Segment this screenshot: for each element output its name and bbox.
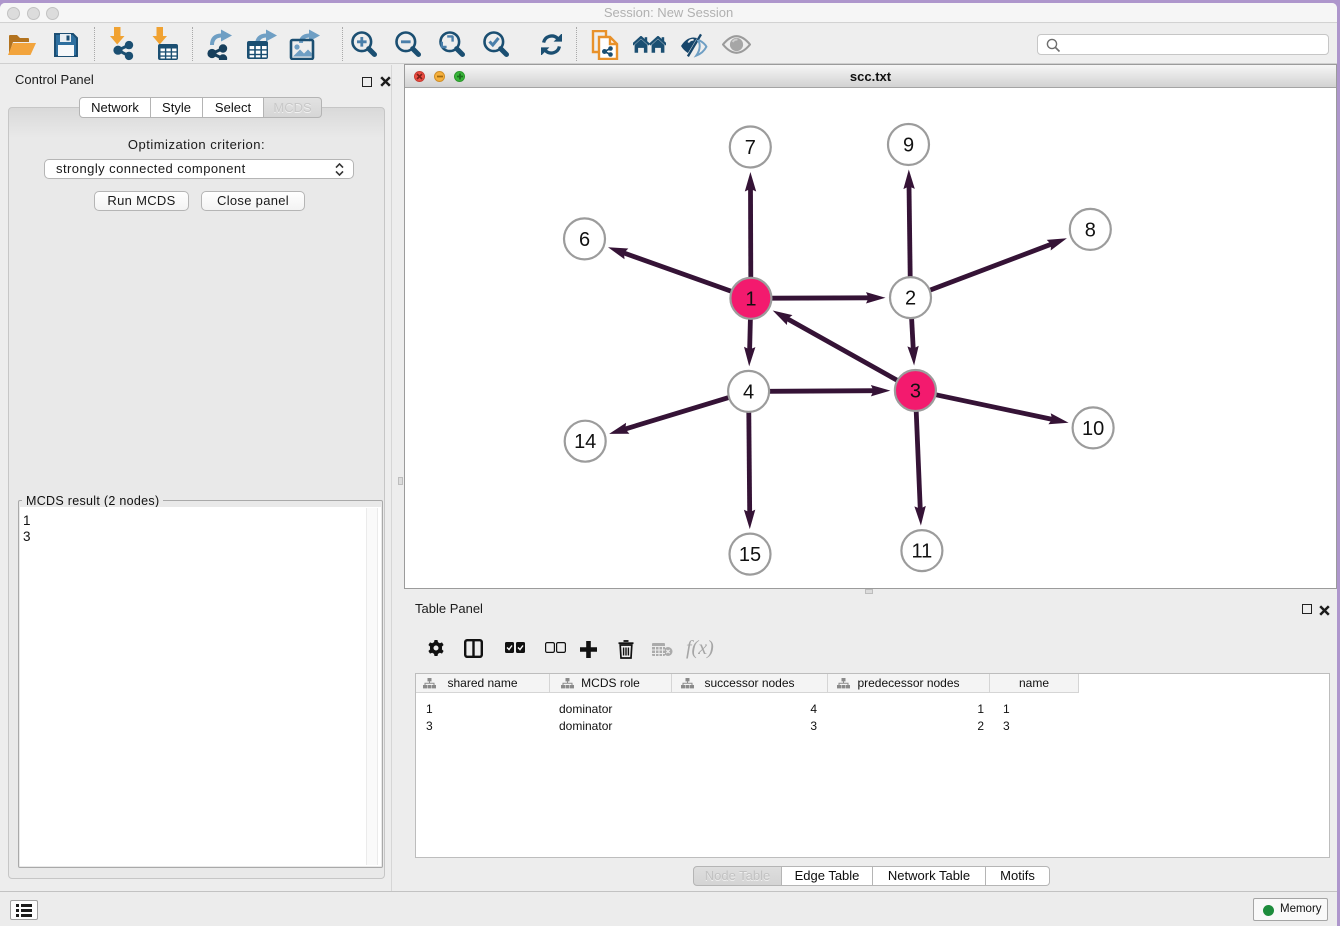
svg-text:15: 15 [739, 544, 761, 566]
svg-text:2: 2 [905, 288, 916, 310]
svg-text:10: 10 [1082, 418, 1104, 440]
svg-text:9: 9 [903, 135, 914, 157]
svg-text:1: 1 [745, 288, 756, 310]
svg-text:7: 7 [745, 137, 756, 159]
svg-text:14: 14 [574, 431, 596, 453]
svg-text:11: 11 [912, 541, 933, 563]
svg-text:6: 6 [579, 229, 590, 251]
svg-text:4: 4 [743, 381, 754, 403]
svg-text:8: 8 [1085, 219, 1096, 241]
svg-text:3: 3 [910, 381, 921, 403]
